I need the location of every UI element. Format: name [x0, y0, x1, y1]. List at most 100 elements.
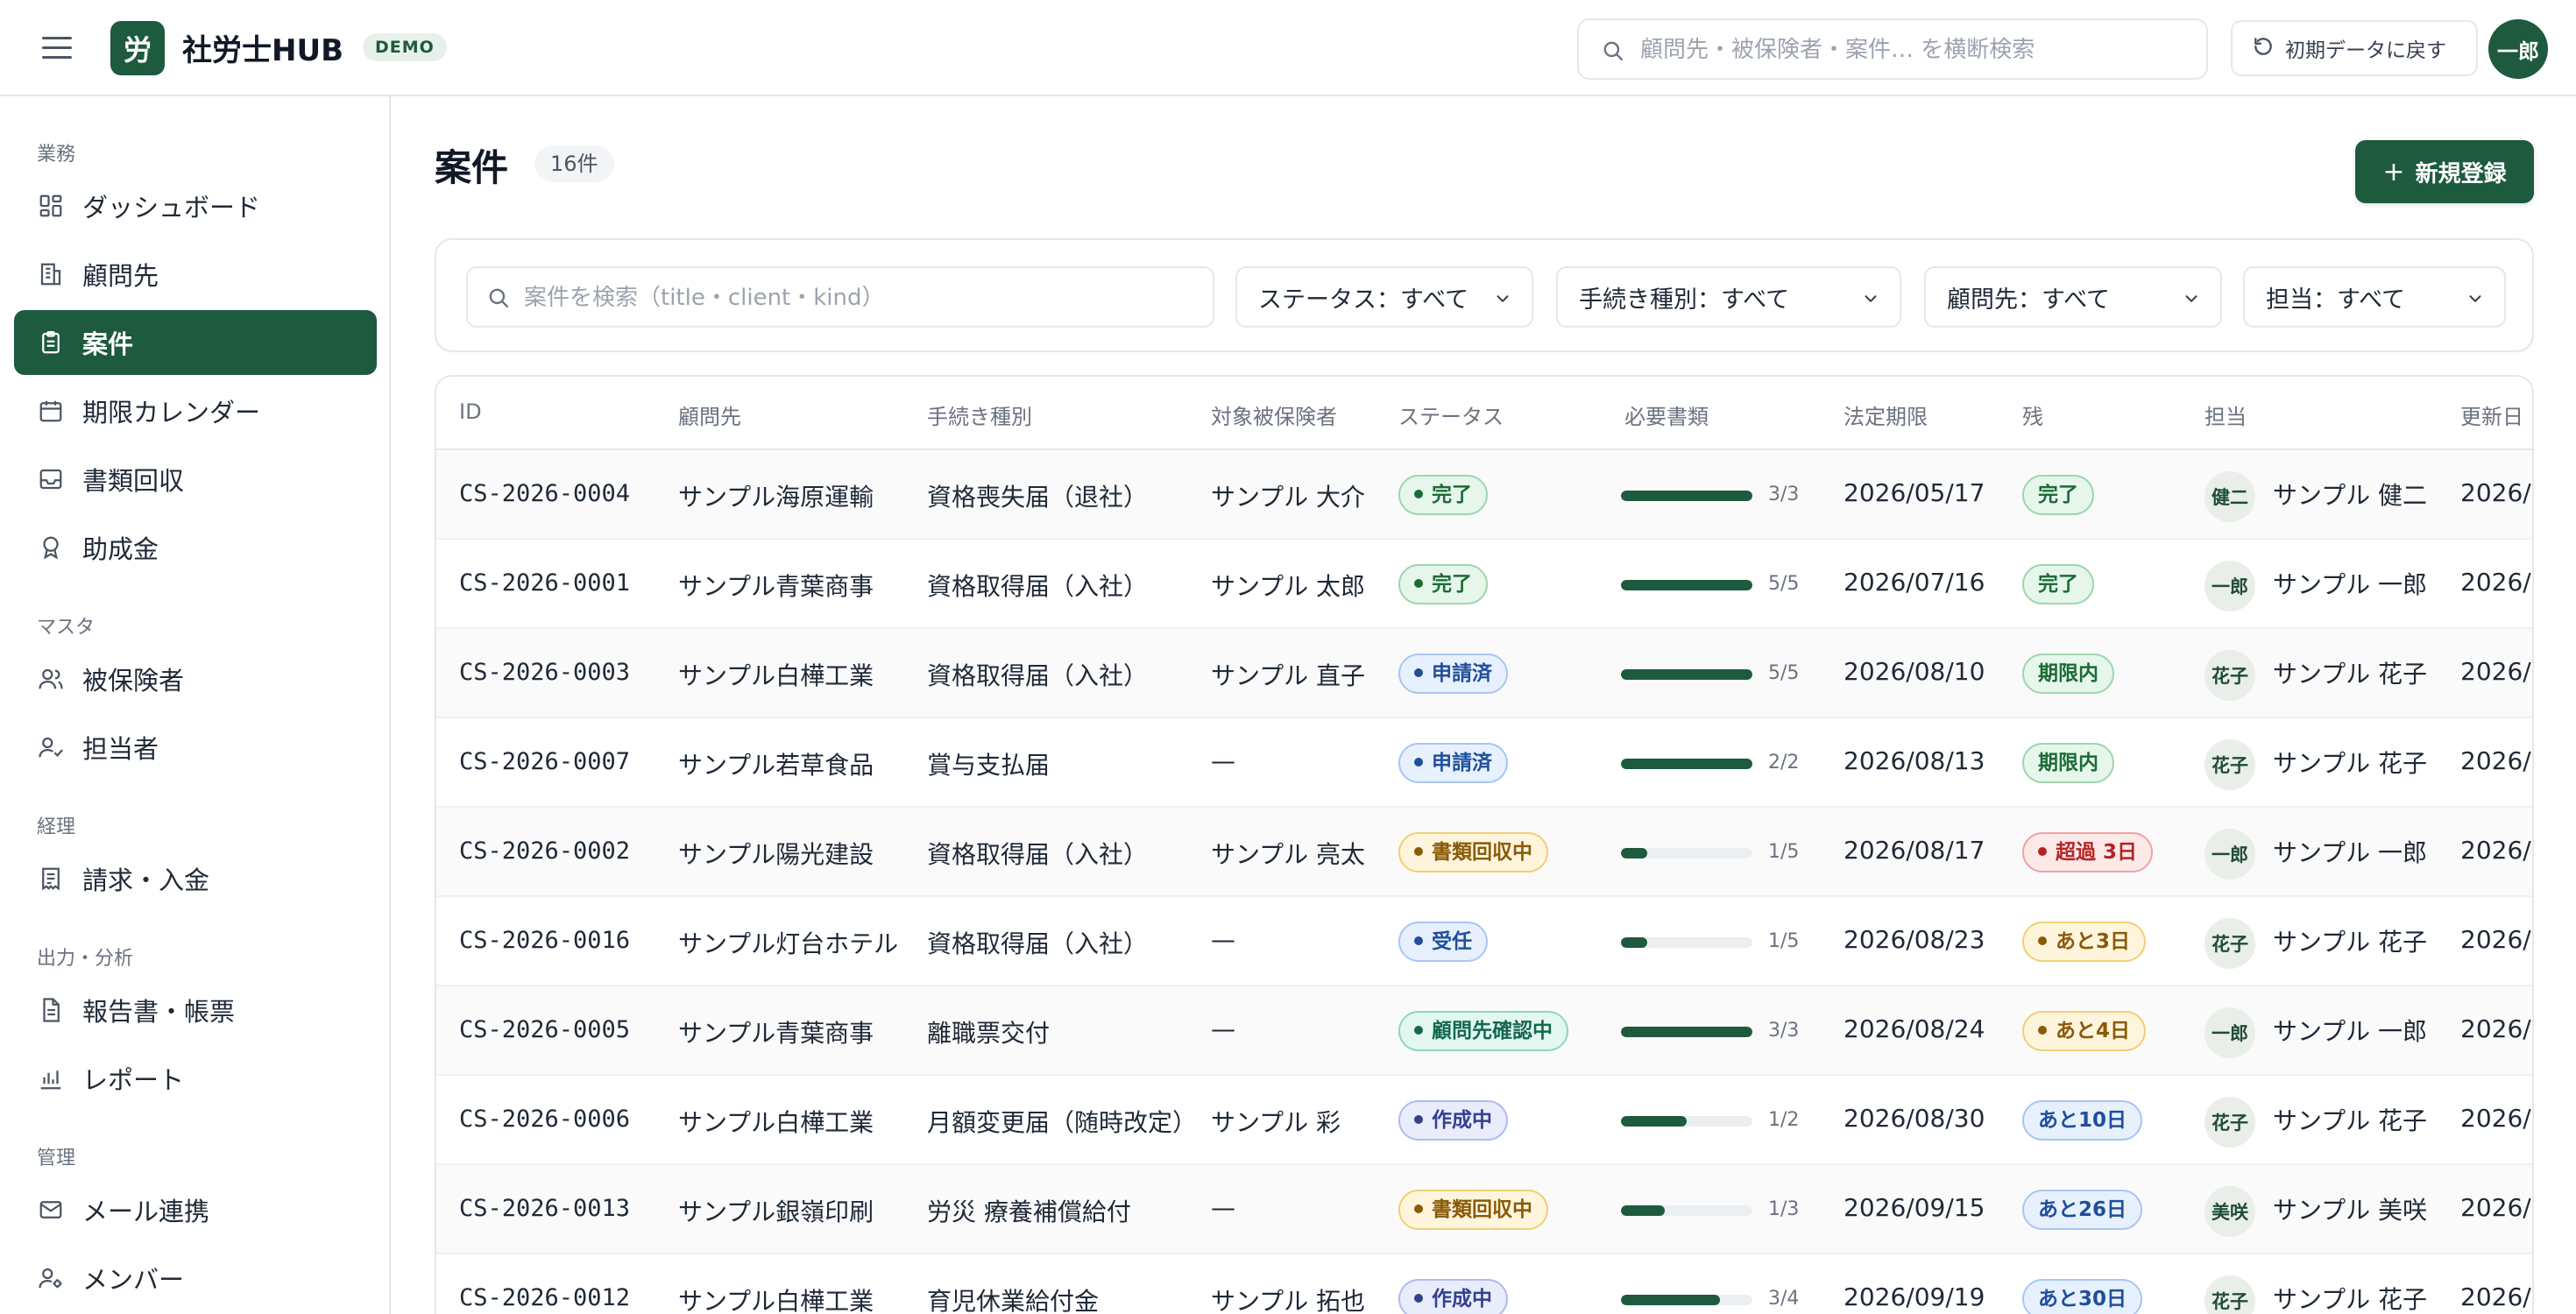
- new-case-button[interactable]: + 新規登録: [2355, 140, 2534, 203]
- sidebar-item-dashboard[interactable]: ダッシュボード: [14, 173, 377, 238]
- status-text: 作成中: [1432, 1288, 1492, 1310]
- app-title[interactable]: 社労士HUB: [182, 26, 343, 69]
- updated-date: 2026/0: [2460, 1014, 2532, 1043]
- sidebar-item-staff[interactable]: 担当者: [14, 715, 377, 780]
- case-id[interactable]: CS-2026-0005: [459, 1016, 630, 1043]
- table-row[interactable]: CS-2026-0005 サンプル青葉商事 離職票交付 — 顧問先確認中 3/3…: [436, 986, 2532, 1076]
- status-badge: 完了: [1398, 475, 1488, 515]
- table-body: CS-2026-0004 サンプル海原運輸 資格喪失届（退社） サンプル 大介 …: [436, 450, 2532, 1314]
- case-id[interactable]: CS-2026-0003: [459, 659, 630, 686]
- table-row[interactable]: CS-2026-0012 サンプル白樺工業 育児休業給付金 サンプル 拓也 作成…: [436, 1254, 2532, 1314]
- column-header-assignee[interactable]: 担当: [2204, 399, 2247, 430]
- table-row[interactable]: CS-2026-0016 サンプル灯台ホテル 資格取得届（入社） — 受任 1/…: [436, 897, 2532, 986]
- table-row[interactable]: CS-2026-0006 サンプル白樺工業 月額変更届（随時改定） サンプル 彩…: [436, 1076, 2532, 1165]
- user-avatar[interactable]: 一郎: [2488, 19, 2548, 79]
- legal-deadline: 2026/08/24: [1844, 1014, 1985, 1043]
- case-id[interactable]: CS-2026-0012: [459, 1284, 630, 1311]
- global-search[interactable]: [1577, 18, 2208, 80]
- status-badge: 完了: [1398, 564, 1488, 604]
- case-search-input[interactable]: [524, 277, 1199, 319]
- case-id[interactable]: CS-2026-0001: [459, 569, 630, 597]
- status-dot: [1414, 489, 1423, 498]
- column-header-id[interactable]: ID: [459, 399, 482, 424]
- reset-data-button[interactable]: 初期データに戻す: [2231, 20, 2478, 76]
- column-header-client[interactable]: 顧問先: [678, 399, 741, 430]
- table-row[interactable]: CS-2026-0004 サンプル海原運輸 資格喪失届（退社） サンプル 大介 …: [436, 450, 2532, 540]
- table-header: ID 顧問先 手続き種別 対象被保険者 ステータス 必要書類 法定期限 残 担当…: [436, 377, 2532, 450]
- avatar: 花子: [2204, 1275, 2255, 1314]
- documents-count: 3/4: [1768, 1288, 1800, 1310]
- documents-progress-bar: [1621, 1027, 1752, 1037]
- status-text: 受任: [1432, 930, 1472, 953]
- chevron-down-icon: [2466, 289, 2485, 312]
- column-header-updated[interactable]: 更新日: [2460, 399, 2523, 430]
- global-search-input[interactable]: [1640, 29, 2192, 71]
- status-text: 申請済: [1432, 662, 1492, 685]
- updated-date: 2026/0: [2460, 1104, 2532, 1133]
- assignee-name: サンプル 花子: [2273, 928, 2428, 957]
- case-search[interactable]: [466, 266, 1214, 328]
- column-header-status[interactable]: ステータス: [1398, 399, 1504, 430]
- case-id[interactable]: CS-2026-0013: [459, 1195, 630, 1222]
- documents-progress-fill: [1621, 848, 1647, 858]
- table-row[interactable]: CS-2026-0003 サンプル白樺工業 資格取得届（入社） サンプル 直子 …: [436, 629, 2532, 718]
- client-filter-select[interactable]: 顧問先：すべて: [1924, 266, 2222, 328]
- procedure-kind: 労災 療養補償給付: [927, 1197, 1131, 1226]
- status-dot: [1414, 668, 1423, 677]
- sidebar-item-mail[interactable]: メール連携: [14, 1177, 377, 1242]
- case-id[interactable]: CS-2026-0004: [459, 480, 630, 507]
- sidebar-item-analytics[interactable]: レポート: [14, 1046, 377, 1111]
- documents-progress-bar: [1621, 669, 1752, 680]
- remaining-text: あと30日: [2038, 1288, 2127, 1310]
- sidebar-section-label: 管理: [37, 1148, 76, 1169]
- status-text: 作成中: [1432, 1109, 1492, 1132]
- sidebar-item-insured[interactable]: 被保険者: [14, 646, 377, 711]
- bar-chart-icon: [35, 1063, 67, 1094]
- column-header-insured[interactable]: 対象被保険者: [1211, 399, 1337, 430]
- avatar: 花子: [2204, 918, 2255, 969]
- kind-filter-select[interactable]: 手続き種別：すべて: [1556, 266, 1901, 328]
- case-id[interactable]: CS-2026-0002: [459, 837, 630, 865]
- status-filter-select[interactable]: ステータス：すべて: [1235, 266, 1533, 328]
- procedure-kind: 資格喪失届（退社）: [927, 483, 1149, 512]
- table-row[interactable]: CS-2026-0013 サンプル銀嶺印刷 労災 療養補償給付 — 書類回収中 …: [436, 1165, 2532, 1254]
- inbox-icon: [35, 463, 67, 495]
- sidebar-item-label: 報告書・帳票: [82, 997, 236, 1027]
- remaining-badge: あと10日: [2022, 1100, 2143, 1141]
- legal-deadline: 2026/08/30: [1844, 1104, 1985, 1133]
- updated-date: 2026/0: [2460, 1193, 2532, 1222]
- menu-icon[interactable]: [39, 32, 77, 63]
- legal-deadline: 2026/08/10: [1844, 657, 1985, 686]
- case-id[interactable]: CS-2026-0007: [459, 748, 630, 775]
- sidebar-item-reports-forms[interactable]: 報告書・帳票: [14, 978, 377, 1042]
- column-header-documents[interactable]: 必要書類: [1624, 399, 1709, 430]
- case-id[interactable]: CS-2026-0006: [459, 1106, 630, 1133]
- sidebar-item-calendar[interactable]: 期限カレンダー: [14, 378, 377, 443]
- sidebar-item-billing[interactable]: 請求・入金: [14, 846, 377, 911]
- sidebar-item-label: 期限カレンダー: [82, 398, 261, 427]
- column-header-deadline[interactable]: 法定期限: [1844, 399, 1928, 430]
- insured-name: サンプル 太郎: [1211, 572, 1366, 601]
- procedure-kind: 離職票交付: [927, 1019, 1051, 1048]
- sidebar-item-members[interactable]: メンバー: [14, 1246, 377, 1310]
- table-row[interactable]: CS-2026-0002 サンプル陽光建設 資格取得届（入社） サンプル 亮太 …: [436, 808, 2532, 897]
- sidebar-item-cases[interactable]: 案件: [14, 310, 377, 375]
- column-header-remaining[interactable]: 残: [2022, 399, 2043, 430]
- client-name: サンプル灯台ホテル: [678, 929, 899, 958]
- documents-progress-bar: [1621, 1295, 1752, 1305]
- table-row[interactable]: CS-2026-0001 サンプル青葉商事 資格取得届（入社） サンプル 太郎 …: [436, 540, 2532, 629]
- documents-progress-bar: [1621, 759, 1752, 769]
- updated-date: 2026/0: [2460, 836, 2532, 865]
- status-text: 書類回収中: [1432, 1198, 1532, 1221]
- case-id[interactable]: CS-2026-0016: [459, 927, 630, 954]
- chevron-down-icon: [1493, 289, 1512, 312]
- documents-progress-fill: [1621, 759, 1752, 769]
- remaining-text: あと26日: [2038, 1198, 2127, 1221]
- sidebar-item-documents[interactable]: 書類回収: [14, 447, 377, 512]
- table-row[interactable]: CS-2026-0007 サンプル若草食品 賞与支払届 — 申請済 2/2 20…: [436, 718, 2532, 808]
- documents-count: 1/5: [1768, 841, 1800, 863]
- sidebar-item-subsidies[interactable]: 助成金: [14, 515, 377, 580]
- assignee-filter-select[interactable]: 担当：すべて: [2243, 266, 2506, 328]
- column-header-kind[interactable]: 手続き種別: [927, 399, 1032, 430]
- sidebar-item-clients[interactable]: 顧問先: [14, 242, 377, 307]
